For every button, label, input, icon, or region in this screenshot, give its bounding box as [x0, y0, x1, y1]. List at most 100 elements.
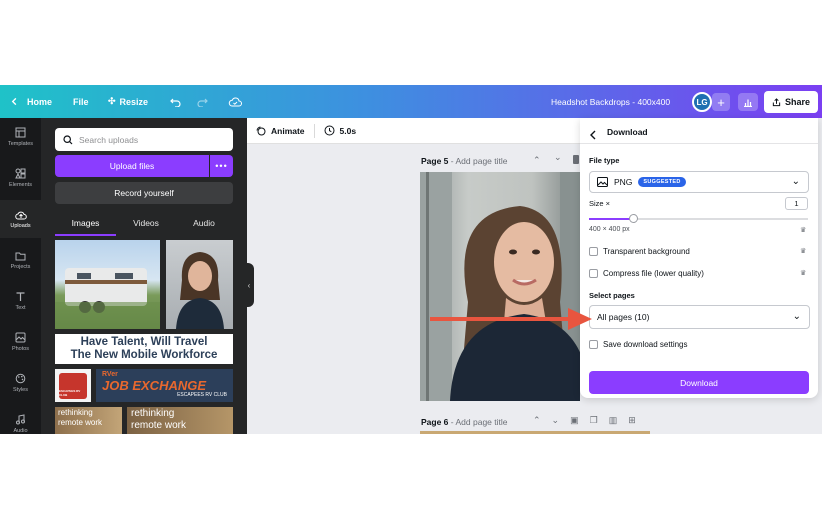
headshot-thumbnail[interactable] — [166, 240, 233, 329]
add-collaborator-button[interactable]: + — [712, 93, 730, 111]
crown-icon: ♛ — [800, 227, 807, 234]
chevron-left-icon: ‹ — [247, 280, 251, 290]
animate-label: Animate — [271, 125, 305, 136]
tab-videos[interactable]: Videos — [117, 211, 175, 235]
compress-file-checkbox[interactable] — [589, 269, 598, 278]
size-px-text: 400 × 400 px — [589, 226, 630, 233]
page5-headshot-photo[interactable] — [420, 172, 580, 401]
rail-item-templates[interactable]: Templates — [0, 118, 41, 156]
page5-label: Page 5 — [421, 156, 449, 166]
rail-label: Templates — [7, 141, 34, 147]
rail-item-uploads[interactable]: Uploads — [0, 200, 41, 238]
chevron-down-icon[interactable]: ⌄ — [552, 415, 560, 426]
trash-icon[interactable]: ▥ — [609, 415, 618, 426]
rethinking-thumbnail-2[interactable]: rethinking remote work — [127, 407, 233, 434]
file-type-select[interactable]: PNG SUGGESTED ⌄ — [589, 171, 809, 193]
search-placeholder: Search uploads — [79, 134, 139, 145]
collapse-panel-handle[interactable]: ‹ — [244, 263, 254, 307]
animate-icon — [256, 126, 266, 135]
rethinking-thumbnail-1[interactable]: rethinking remote work — [55, 407, 122, 434]
logo-text: ESCAPEES RV CLUB — [59, 388, 81, 397]
bar-chart-icon — [744, 99, 752, 107]
select-pages-value: All pages (10) — [597, 312, 650, 322]
elements-icon — [15, 168, 26, 179]
suggested-badge: SUGGESTED — [638, 177, 686, 187]
header-divider — [580, 143, 818, 144]
upload-files-button[interactable]: Upload files — [55, 155, 209, 177]
file-type-value: PNG — [614, 177, 633, 187]
lock-icon[interactable]: ▣ — [570, 415, 579, 426]
page5-up-icon[interactable]: ⌃ — [533, 155, 541, 166]
chevron-left-icon — [11, 97, 17, 106]
red-arrow-annotation — [430, 308, 592, 330]
canva-editor: Home File ✣ Resize Headshot Backdrops - … — [0, 85, 822, 434]
lock-icon-top[interactable] — [573, 155, 579, 164]
rail-item-styles[interactable]: Styles — [0, 364, 41, 402]
size-slider-track[interactable] — [589, 214, 808, 223]
rail-item-projects[interactable]: Projects — [0, 241, 41, 279]
tab-audio[interactable]: Audio — [175, 211, 233, 235]
upload-more-button[interactable]: ••• — [210, 155, 233, 177]
search-uploads-input[interactable]: Search uploads — [55, 128, 233, 151]
rail-item-text[interactable]: Text — [0, 282, 41, 320]
page5-down-icon[interactable]: ⌄ — [554, 152, 562, 163]
home-label: Home — [27, 96, 53, 107]
file-menu[interactable]: File — [73, 85, 89, 118]
page5-title[interactable]: Page 5 - Add page title — [421, 156, 508, 166]
text-icon — [16, 292, 25, 301]
chevron-up-icon[interactable]: ⌃ — [533, 415, 541, 426]
chevron-down-icon: ⌄ — [792, 311, 801, 322]
insights-button[interactable] — [738, 93, 758, 111]
search-icon — [63, 134, 73, 144]
select-pages-label: Select pages — [589, 291, 635, 300]
cloud-save-status[interactable] — [228, 85, 242, 118]
duplicate-icon[interactable]: ❐ — [590, 415, 598, 426]
rail-label: Text — [15, 305, 26, 311]
escapees-logo-thumbnail[interactable]: ESCAPEES RV CLUB — [55, 369, 91, 402]
rail-item-elements[interactable]: Elements — [0, 159, 41, 197]
file-label: File — [73, 96, 89, 107]
talent-banner-thumbnail[interactable]: Have Talent, Will Travel The New Mobile … — [55, 334, 233, 364]
size-label: Size × — [589, 199, 611, 208]
side-rail: Templates Elements Uploads Projects Text… — [0, 118, 41, 434]
save-download-settings-checkbox[interactable] — [589, 340, 598, 349]
rail-label: Styles — [13, 387, 28, 393]
page6-title-placeholder: - Add page title — [450, 417, 508, 427]
woman-headshot-image — [420, 172, 580, 401]
share-button[interactable]: Share — [764, 91, 818, 113]
avatar[interactable]: LG — [692, 92, 712, 112]
audio-icon — [16, 414, 25, 425]
cloud-check-icon — [228, 97, 242, 106]
download-button[interactable]: Download — [589, 371, 809, 394]
rv-photo-thumbnail[interactable] — [55, 240, 160, 329]
rail-label: Projects — [10, 263, 31, 270]
remote-work-text: remote work — [131, 420, 187, 431]
undo-button[interactable] — [170, 85, 182, 118]
document-title[interactable]: Headshot Backdrops - 400x400 — [551, 85, 670, 118]
add-page-icon[interactable]: ⊞ — [628, 415, 636, 426]
woman-portrait — [176, 252, 224, 329]
top-bar: Home File ✣ Resize Headshot Backdrops - … — [0, 85, 822, 118]
duration-button[interactable]: 5.0s — [324, 125, 357, 136]
animate-button[interactable]: Animate — [256, 126, 305, 136]
transparent-background-checkbox[interactable] — [589, 247, 598, 256]
duration-label: 5.0s — [339, 125, 357, 136]
page6-title[interactable]: Page 6 - Add page title — [421, 417, 508, 427]
active-tab-indicator — [55, 234, 116, 236]
banner-line1: Have Talent, Will Travel — [80, 336, 208, 348]
resize-button[interactable]: ✣ Resize — [108, 85, 148, 118]
save-download-settings-label: Save download settings — [603, 340, 688, 349]
select-pages-dropdown[interactable]: All pages (10) ⌄ — [589, 305, 810, 329]
home-button[interactable]: Home — [10, 85, 52, 118]
projects-icon — [15, 252, 26, 260]
tab-images[interactable]: Images — [55, 211, 116, 235]
download-panel: Download File type PNG SUGGESTED ⌄ Size … — [580, 118, 818, 398]
rail-item-photos[interactable]: Photos — [0, 323, 41, 361]
record-yourself-button[interactable]: Record yourself — [55, 182, 233, 204]
job-exchange-thumbnail[interactable]: RVer JOB EXCHANGE ESCAPEES RV CLUB — [96, 369, 233, 402]
rail-item-audio[interactable]: Audio — [0, 405, 41, 434]
resize-icon: ✣ — [108, 96, 116, 106]
redo-button[interactable] — [196, 85, 208, 118]
size-input[interactable]: 1 — [785, 197, 808, 210]
size-slider-handle[interactable] — [629, 214, 638, 223]
